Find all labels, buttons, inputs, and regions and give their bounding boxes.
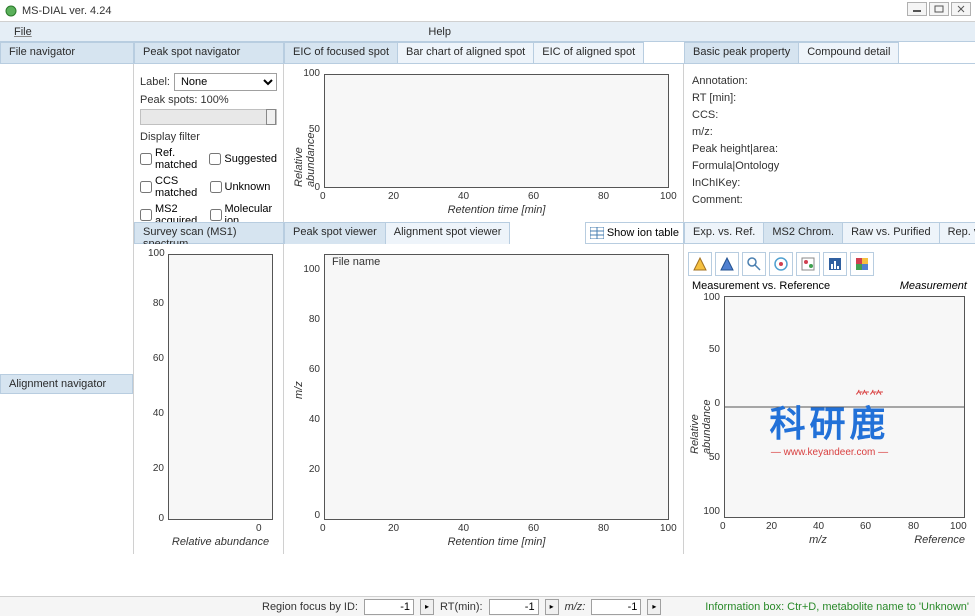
tool-icon-6[interactable] [823, 252, 847, 276]
prop-inchi: InChIKey: [692, 177, 967, 189]
file-navigator-header: File navigator [0, 42, 134, 64]
viewer-tabstrip: Peak spot viewer Alignment spot viewer S… [284, 222, 684, 244]
bottombar: Region focus by ID: ▸ RT(min): ▸ m/z: ▸ … [0, 596, 975, 616]
prop-mz: m/z: [692, 126, 967, 138]
peak-spot-chart[interactable]: File name m/z Retention time [min] 100 8… [288, 248, 679, 550]
chk-ccs-matched[interactable] [140, 181, 152, 193]
prop-peak-ha: Peak height|area: [692, 143, 967, 155]
menu-file[interactable]: File [4, 24, 42, 40]
tab-ms2-chrom[interactable]: MS2 Chrom. [763, 222, 843, 243]
label-lbl: Label: [140, 76, 170, 88]
prop-formula: Formula|Ontology [692, 160, 967, 172]
prop-ccs: CCS: [692, 109, 967, 121]
tab-alignment-spot-viewer[interactable]: Alignment spot viewer [385, 222, 511, 244]
tool-icon-3[interactable] [742, 252, 766, 276]
close-button[interactable] [951, 2, 971, 16]
spectrum-title: Measurement vs. Reference [692, 280, 830, 292]
spectrum-tool-icons [688, 252, 971, 276]
survey-chart[interactable]: Relative abundance 100 80 60 40 20 0 0 [138, 248, 279, 550]
tab-bar-aligned[interactable]: Bar chart of aligned spot [397, 42, 534, 63]
basic-peak-property-body: Annotation: RT [min]: CCS: m/z: Peak hei… [684, 64, 975, 222]
chk-ref-matched[interactable] [140, 153, 152, 165]
peak-spot-viewer-panel: File name m/z Retention time [min] 100 8… [284, 244, 684, 554]
show-ion-table-button[interactable]: Show ion table [585, 222, 684, 244]
spectrum-title2: Measurement [900, 280, 967, 292]
app-icon [4, 4, 18, 18]
prop-annotation: Annotation: [692, 75, 967, 87]
chk-ms2-acquired[interactable] [140, 209, 152, 221]
peak-spots-slider[interactable] [140, 109, 277, 125]
label-combo[interactable]: None [174, 73, 277, 91]
tool-icon-1[interactable] [688, 252, 712, 276]
peak-spot-navigator-body: Label: None Peak spots: 100% Display fil… [134, 64, 284, 222]
tool-icon-5[interactable] [796, 252, 820, 276]
region-focus-label: Region focus by ID: [262, 601, 358, 613]
chk-molecular-ion[interactable] [210, 209, 222, 221]
tab-compound-detail[interactable]: Compound detail [798, 42, 899, 63]
tab-raw-purified[interactable]: Raw vs. Purified [842, 222, 939, 243]
chk-suggested[interactable] [209, 153, 221, 165]
rt-label: RT(min): [440, 601, 483, 613]
spectrum-panel: Measurement vs. Reference Measurement Re… [684, 244, 975, 554]
chk-unknown[interactable] [210, 181, 222, 193]
maximize-button[interactable] [929, 2, 949, 16]
region-id-input[interactable] [364, 599, 414, 615]
tool-icon-4[interactable] [769, 252, 793, 276]
spectrum-chart[interactable]: Relative abundance m/z Reference 100 50 … [688, 292, 971, 548]
alignment-navigator-header: Alignment navigator [0, 374, 133, 394]
tab-peak-spot-viewer[interactable]: Peak spot viewer [284, 222, 386, 244]
rt-input[interactable] [489, 599, 539, 615]
menubar: File Help [0, 22, 975, 42]
rt-step[interactable]: ▸ [545, 599, 559, 615]
region-id-step[interactable]: ▸ [420, 599, 434, 615]
peak-chart-title: File name [332, 256, 380, 268]
prop-rt: RT [min]: [692, 92, 967, 104]
spectrum-tabstrip: Exp. vs. Ref. MS2 Chrom. Raw vs. Purifie… [684, 222, 975, 244]
file-navigator-body: Alignment navigator [0, 64, 134, 554]
property-tabstrip: Basic peak property Compound detail [684, 42, 975, 64]
window-title: MS-DIAL ver. 4.24 [22, 5, 111, 17]
survey-chart-panel: Relative abundance 100 80 60 40 20 0 0 [134, 244, 284, 554]
tool-icon-2[interactable] [715, 252, 739, 276]
tab-rep-ref[interactable]: Rep. vs. Ref. [939, 222, 975, 243]
menu-help[interactable]: Help [418, 24, 461, 40]
mz-input[interactable] [591, 599, 641, 615]
tab-basic-property[interactable]: Basic peak property [684, 42, 799, 63]
table-icon [590, 227, 604, 239]
peak-spots-label: Peak spots: 100% [140, 94, 277, 106]
minimize-button[interactable] [907, 2, 927, 16]
eic-chart-panel: Relative abundance Retention time [min] … [284, 64, 684, 222]
prop-comment: Comment: [692, 194, 967, 206]
tool-icon-7[interactable] [850, 252, 874, 276]
mz-label: m/z: [565, 601, 586, 613]
display-filter-label: Display filter [140, 131, 277, 143]
eic-tabstrip: EIC of focused spot Bar chart of aligned… [284, 42, 684, 64]
survey-scan-header: Survey scan (MS1) spectrum [134, 222, 284, 244]
tab-eic-aligned[interactable]: EIC of aligned spot [533, 42, 644, 63]
tab-eic-focused[interactable]: EIC of focused spot [284, 42, 398, 63]
mz-step[interactable]: ▸ [647, 599, 661, 615]
peak-spot-navigator-header: Peak spot navigator [134, 42, 284, 64]
titlebar: MS-DIAL ver. 4.24 [0, 0, 975, 22]
info-box: Information box: Ctr+D, metabolite name … [705, 601, 969, 613]
eic-chart[interactable]: Relative abundance Retention time [min] … [288, 68, 679, 218]
tab-exp-ref[interactable]: Exp. vs. Ref. [684, 222, 764, 243]
